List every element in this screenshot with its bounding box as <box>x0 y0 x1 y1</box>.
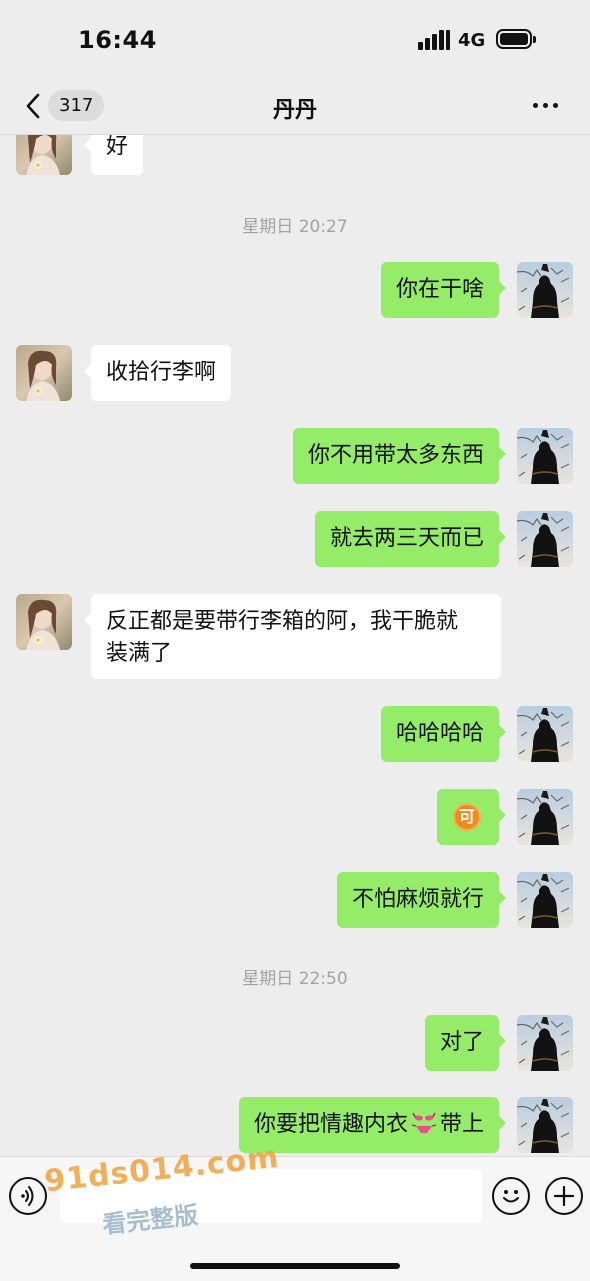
received-message-bubble[interactable]: 反正都是要带行李箱的阿，我干脆就 装满了 <box>84 594 501 679</box>
voice-icon <box>21 1186 34 1206</box>
chat-title: 丹丹 <box>272 98 317 123</box>
voice-input-button[interactable] <box>9 1177 47 1215</box>
my-avatar[interactable] <box>517 262 573 318</box>
message-text-line: 装满了 <box>106 641 173 666</box>
sent-emoji-bubble[interactable]: 可 <box>437 789 506 845</box>
message-text: 你要把情趣内衣 <box>253 1112 408 1137</box>
battery-icon <box>496 29 536 49</box>
emoji-picker-button[interactable] <box>492 1177 530 1215</box>
message-text: 带上 <box>439 1112 484 1137</box>
received-message-bubble[interactable]: 收拾行李啊 <box>83 345 232 401</box>
chat-header: 317 丹丹 <box>0 80 590 135</box>
plus-icon <box>553 1185 575 1207</box>
signal-icon <box>418 28 452 50</box>
bikini-icon <box>411 1112 437 1133</box>
sent-message-bubble[interactable]: 你在干啥 <box>380 262 507 318</box>
received-message-bubble[interactable]: 好 <box>83 135 144 175</box>
network-type: 4G <box>458 30 486 51</box>
my-avatar[interactable] <box>517 789 573 845</box>
home-indicator <box>190 1263 400 1269</box>
my-avatar[interactable] <box>517 1015 573 1071</box>
sent-message-bubble[interactable]: 你不用带太多东西 <box>292 428 507 484</box>
message-list[interactable]: 好 星期日 20:27 你在干啥 收拾行李啊 你不用带太多东西 就去两三天而已 … <box>0 135 590 1156</box>
message-text-line: 反正都是要带行李箱的阿，我干脆就 <box>106 609 459 634</box>
status-time: 16:44 <box>78 26 157 54</box>
smiley-icon <box>503 1190 519 1203</box>
status-bar: 16:44 4G <box>0 0 590 80</box>
message-timestamp: 星期日 20:27 <box>242 217 348 237</box>
sent-message-bubble[interactable]: 你要把情趣内衣 带上 <box>238 1097 507 1153</box>
message-timestamp: 星期日 22:50 <box>242 969 348 989</box>
ke-emoji-icon: 可 <box>453 803 481 831</box>
more-functions-button[interactable] <box>545 1177 583 1215</box>
sent-message-bubble[interactable]: 哈哈哈哈 <box>380 706 507 762</box>
my-avatar[interactable] <box>517 511 573 567</box>
my-avatar[interactable] <box>517 1097 573 1153</box>
more-options-icon[interactable] <box>526 92 566 118</box>
sent-message-bubble[interactable]: 对了 <box>424 1015 507 1071</box>
my-avatar[interactable] <box>517 706 573 762</box>
contact-avatar[interactable] <box>16 135 72 175</box>
my-avatar[interactable] <box>517 872 573 928</box>
my-avatar[interactable] <box>517 428 573 484</box>
sent-message-bubble[interactable]: 就去两三天而已 <box>314 511 507 567</box>
contact-avatar[interactable] <box>16 594 72 650</box>
sent-message-bubble[interactable]: 不怕麻烦就行 <box>336 872 507 928</box>
contact-avatar[interactable] <box>16 345 72 401</box>
